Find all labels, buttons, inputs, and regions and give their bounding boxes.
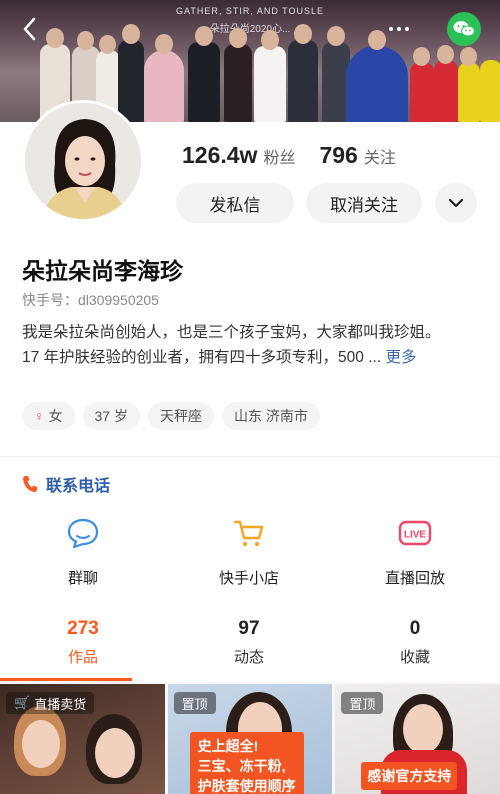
followers-label[interactable]: 粉丝 [263, 144, 295, 168]
unfollow-button[interactable]: 取消关注 [306, 183, 422, 223]
stage-text: GATHER, STIR, AND TOUSLE [175, 6, 325, 16]
svg-text:LIVE: LIVE [404, 530, 427, 541]
live-replay-label[interactable]: 直播回放 [385, 567, 445, 588]
chat-bubble-icon [65, 515, 101, 551]
live-replay-button[interactable]: LIVE 直播回放 [332, 515, 498, 588]
profile-bio: 我是朵拉朵尚创始人，也是三个孩子宝妈，大家都叫我珍姐。 17 年护肤经验的创业者… [22, 320, 478, 370]
profile-tags: ♀ 女 37 岁 天秤座 山东 济南市 [22, 402, 328, 430]
contact-phone-label[interactable]: 联系电话 [46, 472, 110, 496]
more-options-button[interactable] [435, 183, 477, 223]
tab-moments-count: 97 [238, 618, 260, 639]
tab-favorites-count: 0 [409, 618, 421, 639]
pinned-badge: 置顶 [173, 692, 216, 714]
more-dots-icon[interactable] [384, 18, 414, 40]
works-grid: 🛒 直播卖货 置顶 史上超全! 三宝、冻干粉, 护肤套使用顺序 置顶 感谢官方支… [0, 684, 500, 794]
live-icon: LIVE [397, 515, 433, 551]
group-chat-label[interactable]: 群聊 [68, 567, 98, 588]
wechat-icon[interactable] [447, 12, 481, 46]
profile-name: 朵拉朵尚李海珍 [22, 258, 183, 284]
followers-count[interactable]: 126.4w [182, 142, 257, 169]
pinned-badge: 置顶 [341, 692, 384, 714]
contact-phone-link[interactable]: 联系电话 [22, 472, 110, 496]
tab-works-count: 273 [67, 618, 99, 639]
profile-tabs: 273 作品 97 动态 0 收藏 [0, 618, 500, 681]
tab-favorites[interactable]: 0 收藏 [332, 618, 498, 667]
group-chat-button[interactable]: 群聊 [0, 515, 166, 588]
cart-icon: 🛒 [14, 695, 31, 710]
promo-caption: 史上超全! 三宝、冻干粉, 护肤套使用顺序 [189, 732, 304, 794]
avatar[interactable] [22, 100, 144, 222]
tab-moments[interactable]: 97 动态 [166, 618, 332, 667]
feature-row: 群聊 快手小店 LIVE 直播回放 [0, 515, 500, 588]
live-sale-badge: 🛒 直播卖货 [6, 692, 95, 714]
tab-works-label: 作品 [67, 649, 98, 666]
shop-button[interactable]: 快手小店 [166, 515, 332, 588]
work-thumbnail[interactable]: 🛒 直播卖货 [0, 684, 165, 794]
tab-moments-label: 动态 [233, 649, 264, 666]
back-arrow-icon[interactable] [16, 16, 42, 42]
shopping-cart-icon [231, 515, 267, 551]
send-message-button[interactable]: 发私信 [176, 183, 294, 223]
tab-favorites-label: 收藏 [399, 649, 430, 666]
stats-line: 126.4w 粉丝 796 关注 [182, 142, 420, 174]
work-thumbnail[interactable]: 置顶 史上超全! 三宝、冻干粉, 护肤套使用顺序 [167, 684, 333, 794]
bio-line-1: 我是朵拉朵尚创始人，也是三个孩子宝妈，大家都叫我珍姐。 [22, 324, 441, 341]
promo-caption: 感谢官方支持 [361, 762, 458, 790]
work-thumbnail[interactable]: 置顶 感谢官方支持 [335, 684, 500, 794]
chevron-down-icon [448, 198, 464, 208]
following-count[interactable]: 796 [319, 142, 357, 169]
bio-more-link[interactable]: 更多 [385, 349, 416, 366]
location-tag: 山东 济南市 [221, 402, 320, 430]
shop-label[interactable]: 快手小店 [219, 567, 279, 588]
tab-works[interactable]: 273 作品 [0, 618, 166, 681]
kuaishou-id: 快手号：dl309950205 [22, 292, 159, 308]
divider [0, 456, 500, 457]
following-label[interactable]: 关注 [364, 144, 396, 168]
bio-line-2: 17 年护肤经验的创业者，拥有四十多项专利，500 ... [22, 349, 386, 366]
zodiac-tag: 天秤座 [147, 402, 214, 430]
female-icon: ♀ [34, 408, 45, 424]
gender-tag: ♀ 女 [22, 402, 75, 430]
age-tag: 37 岁 [82, 402, 140, 430]
phone-icon [23, 476, 37, 492]
